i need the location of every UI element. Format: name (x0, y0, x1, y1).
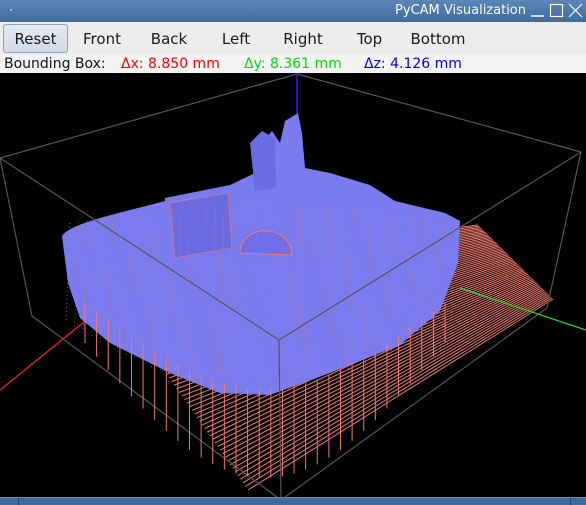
minimize-icon[interactable] (530, 3, 545, 18)
box-edge (546, 151, 582, 309)
top-view-button[interactable]: Top (342, 24, 397, 53)
front-view-button[interactable]: Front (73, 24, 131, 53)
close-icon[interactable] (568, 3, 583, 18)
box-edge (296, 73, 582, 153)
model-mesh (62, 113, 460, 395)
box-edge (0, 157, 33, 317)
view-toolbar: Reset Front Back Left Right Top Bottom (0, 22, 586, 55)
right-view-button[interactable]: Right (273, 24, 333, 53)
left-view-button[interactable]: Left (207, 24, 265, 53)
delta-z-value: Δz: 4.126 mm (364, 56, 462, 72)
back-view-button[interactable]: Back (140, 24, 198, 53)
delta-x-value: Δx: 8.850 mm (121, 56, 220, 72)
maximize-icon[interactable] (549, 3, 564, 18)
bounding-box-label: Bounding Box: (4, 56, 106, 72)
reset-view-button[interactable]: Reset (3, 24, 68, 53)
3d-viewport[interactable] (0, 73, 586, 497)
window-title: PyCAM Visualization (395, 3, 526, 18)
bounding-box-status: Bounding Box: Δx: 8.850 mm Δy: 8.361 mm … (0, 55, 586, 73)
delta-y-value: Δy: 8.361 mm (244, 56, 342, 72)
title-bar: · PyCAM Visualization (0, 0, 586, 22)
scene-canvas[interactable] (0, 73, 586, 497)
window-menu-icon[interactable]: · (9, 3, 13, 17)
bottom-view-button[interactable]: Bottom (402, 24, 474, 53)
